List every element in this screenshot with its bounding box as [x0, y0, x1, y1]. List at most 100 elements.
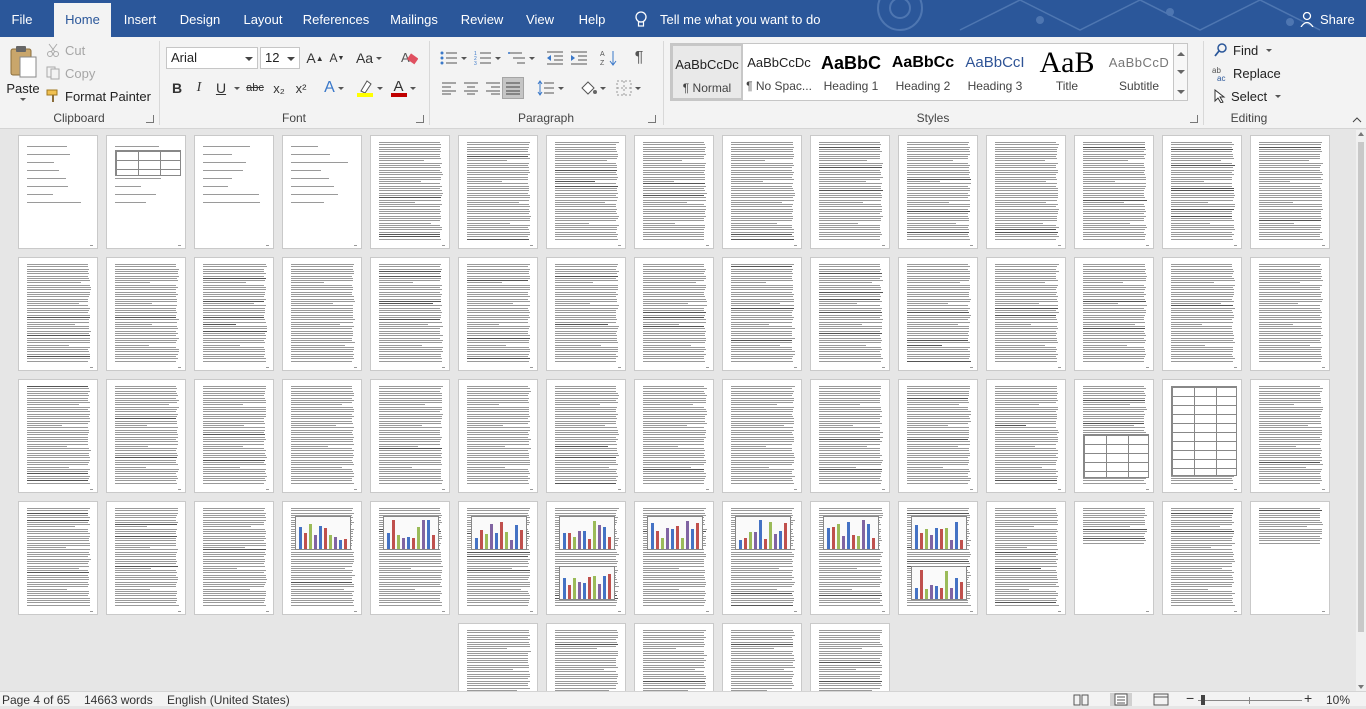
underline-dropdown[interactable]: [230, 77, 240, 99]
read-mode-button[interactable]: [1070, 693, 1092, 706]
zoom-out-button[interactable]: −: [1186, 691, 1194, 705]
page-thumbnail[interactable]: [722, 257, 802, 371]
page-thumbnail[interactable]: [370, 257, 450, 371]
page-thumbnail[interactable]: [1250, 135, 1330, 249]
increase-indent-button[interactable]: [568, 47, 590, 69]
tab-home[interactable]: Home: [54, 3, 111, 37]
page-thumbnail[interactable]: [986, 257, 1066, 371]
tab-references[interactable]: References: [299, 0, 373, 37]
font-dialog-launcher[interactable]: [416, 115, 424, 123]
page-thumbnail[interactable]: [194, 257, 274, 371]
chevron-up-icon[interactable]: [1177, 52, 1185, 56]
page-thumbnail[interactable]: [1250, 379, 1330, 493]
tab-help[interactable]: Help: [571, 0, 613, 37]
page-thumbnail[interactable]: [1162, 135, 1242, 249]
copy-button[interactable]: Copy: [46, 64, 146, 82]
tab-file[interactable]: File: [0, 0, 44, 37]
shading-button[interactable]: [576, 77, 608, 99]
page-thumbnail[interactable]: [634, 501, 714, 615]
change-case-button[interactable]: Aa: [354, 47, 384, 69]
select-button[interactable]: Select: [1214, 87, 1294, 105]
zoom-in-button[interactable]: +: [1304, 691, 1312, 705]
language[interactable]: English (United States): [167, 693, 290, 707]
vertical-scrollbar[interactable]: [1356, 130, 1366, 691]
page-thumbnail[interactable]: [282, 501, 362, 615]
underline-button[interactable]: U: [210, 77, 232, 99]
style-title[interactable]: AaB Title: [1031, 44, 1103, 100]
text-effects-button[interactable]: A: [320, 77, 348, 99]
page-thumbnail[interactable]: [282, 135, 362, 249]
font-color-button[interactable]: A: [388, 77, 418, 99]
style-subtitle[interactable]: AaBbCcD Subtitle: [1103, 44, 1175, 100]
paste-button[interactable]: Paste: [4, 41, 42, 105]
clipboard-dialog-launcher[interactable]: [146, 115, 154, 123]
page-thumbnail[interactable]: [458, 257, 538, 371]
collapse-ribbon-button[interactable]: [1350, 113, 1364, 127]
bullets-button[interactable]: [438, 47, 468, 69]
cut-button[interactable]: Cut: [46, 41, 146, 59]
page-thumbnail[interactable]: [986, 379, 1066, 493]
zoom-level[interactable]: 10%: [1326, 693, 1350, 707]
page-thumbnail[interactable]: [546, 257, 626, 371]
paste-dropdown-caret[interactable]: [20, 98, 26, 101]
align-center-button[interactable]: [460, 77, 482, 99]
style-heading-3[interactable]: AaBbCcI Heading 3: [959, 44, 1031, 100]
page-thumbnail[interactable]: [722, 501, 802, 615]
page-thumbnail[interactable]: [458, 379, 538, 493]
page-thumbnail[interactable]: [458, 623, 538, 691]
page-thumbnail[interactable]: [1162, 501, 1242, 615]
page-thumbnail[interactable]: [546, 135, 626, 249]
page-thumbnail[interactable]: [18, 257, 98, 371]
page-thumbnail[interactable]: [986, 501, 1066, 615]
paragraph-dialog-launcher[interactable]: [648, 115, 656, 123]
page-thumbnail[interactable]: [898, 257, 978, 371]
share-button[interactable]: Share: [1298, 0, 1355, 37]
multilevel-list-button[interactable]: [506, 47, 536, 69]
print-layout-button[interactable]: [1110, 693, 1132, 706]
page-thumbnail[interactable]: [458, 135, 538, 249]
gallery-expand-icon[interactable]: [1177, 90, 1185, 94]
page-thumbnail[interactable]: [106, 379, 186, 493]
page-thumbnail[interactable]: [1074, 135, 1154, 249]
page-thumbnail[interactable]: [282, 257, 362, 371]
chevron-down-icon[interactable]: [1177, 70, 1185, 74]
scroll-down-icon[interactable]: [1358, 685, 1364, 689]
page-thumbnail[interactable]: [18, 135, 98, 249]
page-thumbnail[interactable]: [546, 623, 626, 691]
page-thumbnail[interactable]: [722, 379, 802, 493]
page-thumbnail[interactable]: [1074, 379, 1154, 493]
align-left-button[interactable]: [438, 77, 460, 99]
tab-insert[interactable]: Insert: [117, 0, 163, 37]
page-thumbnail[interactable]: [810, 623, 890, 691]
tell-me-search[interactable]: Tell me what you want to do: [632, 0, 820, 37]
page-thumbnail[interactable]: [634, 623, 714, 691]
show-hide-marks-button[interactable]: ¶: [628, 47, 650, 69]
superscript-button[interactable]: x²: [290, 77, 312, 99]
tab-mailings[interactable]: Mailings: [383, 0, 445, 37]
replace-button[interactable]: ab ac Replace: [1212, 64, 1294, 82]
shrink-font-button[interactable]: A ▼: [328, 47, 346, 69]
scroll-up-icon[interactable]: [1358, 132, 1364, 136]
page-thumbnail[interactable]: [194, 379, 274, 493]
styles-gallery-scroll[interactable]: [1174, 43, 1188, 101]
page-thumbnail[interactable]: [1250, 501, 1330, 615]
style-heading-1[interactable]: AaBbC Heading 1: [815, 44, 887, 100]
scrollbar-thumb[interactable]: [1358, 142, 1364, 632]
numbering-button[interactable]: 123: [472, 47, 502, 69]
page-thumbnail[interactable]: [634, 379, 714, 493]
page-thumbnail[interactable]: [1250, 257, 1330, 371]
tab-review[interactable]: Review: [455, 0, 509, 37]
page-thumbnail[interactable]: [810, 501, 890, 615]
subscript-button[interactable]: x₂: [268, 77, 290, 99]
page-thumbnail[interactable]: [1074, 501, 1154, 615]
zoom-slider-thumb[interactable]: [1201, 695, 1205, 705]
page-thumbnail[interactable]: [546, 501, 626, 615]
page-thumbnail[interactable]: [810, 135, 890, 249]
page-thumbnail[interactable]: [370, 501, 450, 615]
page-thumbnail[interactable]: [18, 501, 98, 615]
font-size-box[interactable]: 12: [260, 47, 300, 69]
page-thumbnail[interactable]: [898, 501, 978, 615]
page-thumbnail[interactable]: [194, 135, 274, 249]
style-normal[interactable]: AaBbCcDc ¶ Normal: [671, 44, 743, 100]
page-thumbnail[interactable]: [106, 135, 186, 249]
